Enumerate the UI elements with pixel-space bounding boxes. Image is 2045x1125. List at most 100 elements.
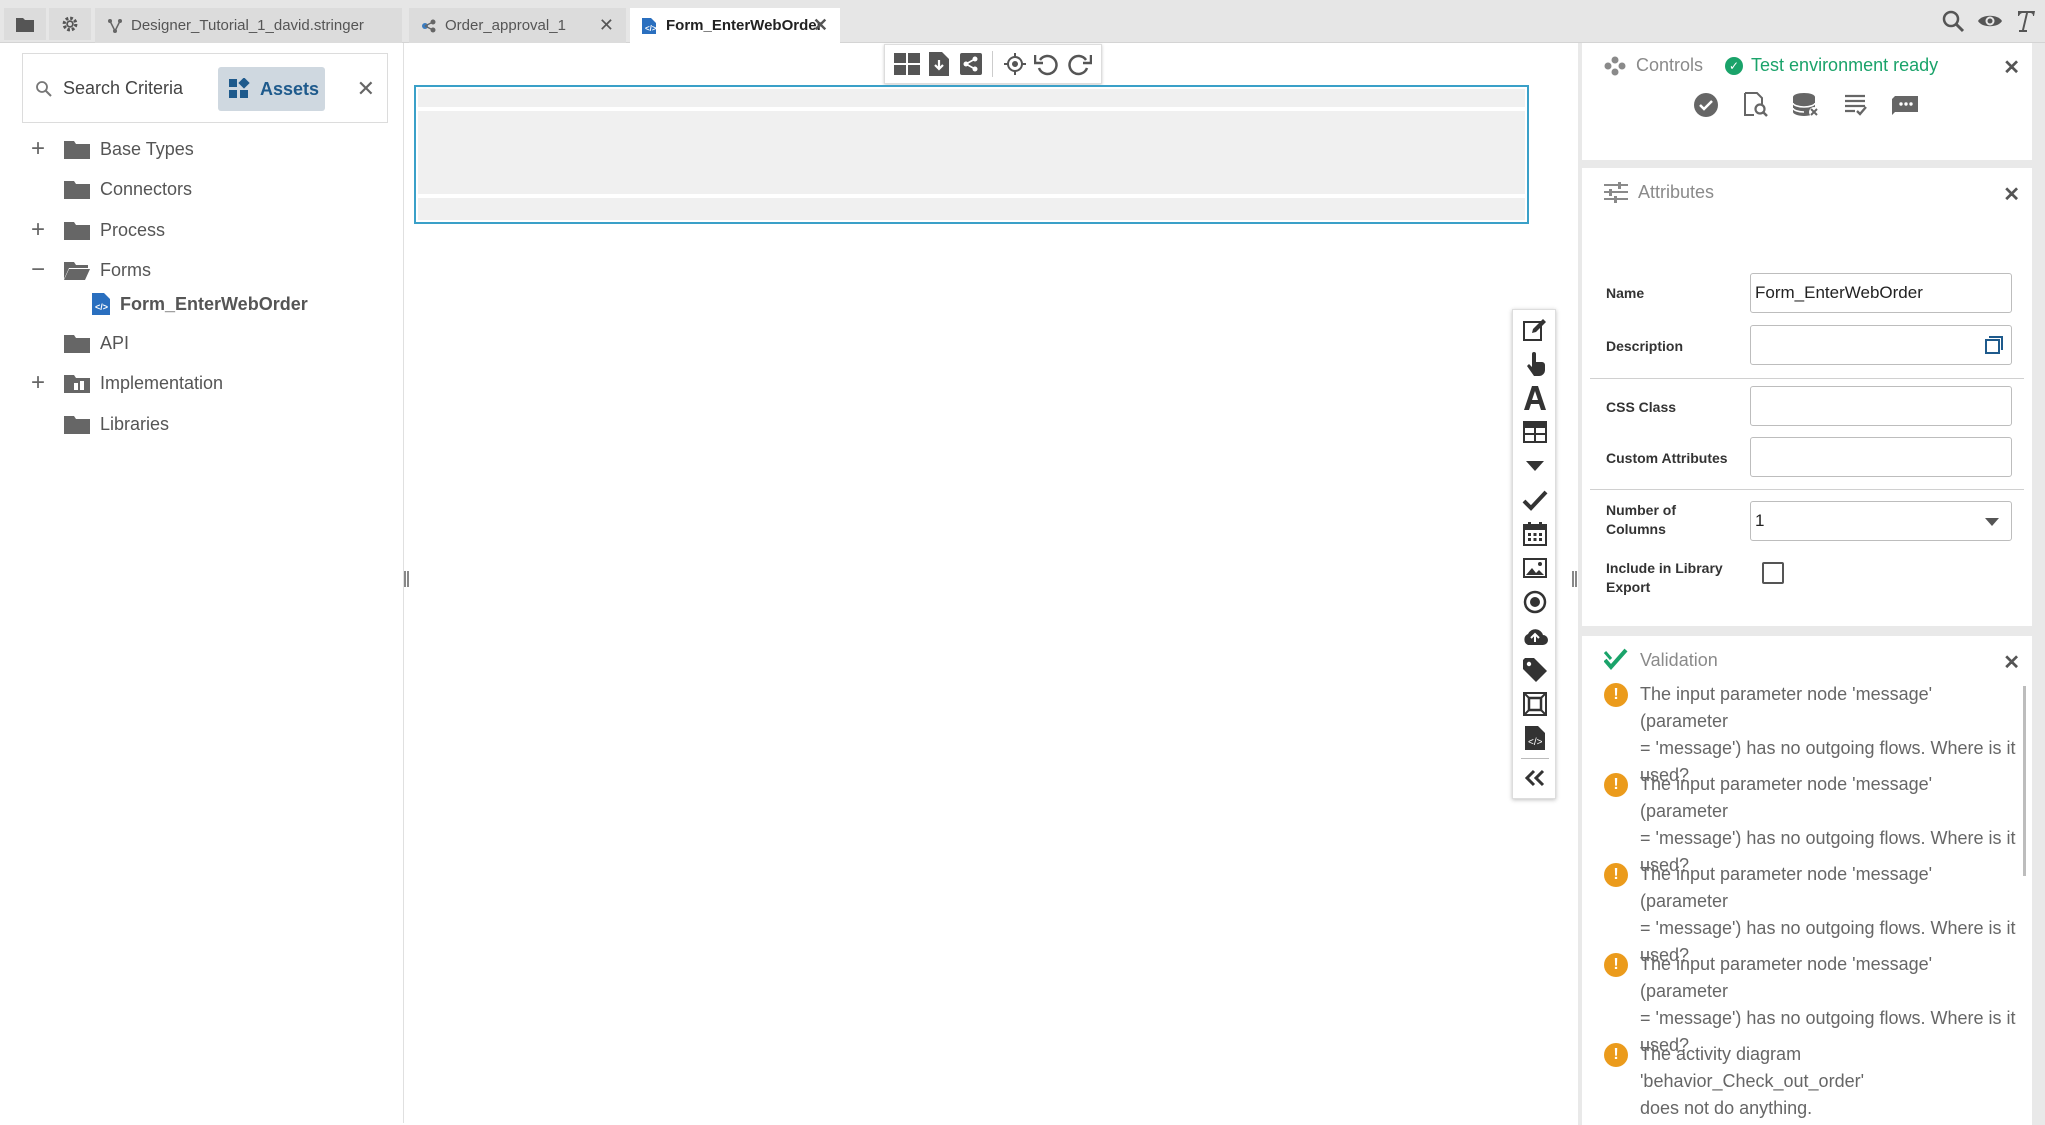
controls-icon — [1604, 56, 1626, 75]
close-icon[interactable]: ✕ — [2003, 182, 2020, 207]
toolbar-divider — [992, 51, 994, 77]
right-splitter-handle[interactable] — [1572, 571, 1577, 587]
gear-icon — [62, 16, 78, 32]
tree-item-implementation[interactable]: + Implementation — [28, 367, 223, 399]
text-label-icon[interactable] — [1521, 384, 1549, 412]
tree-item-process[interactable]: + Process — [28, 214, 165, 246]
undo-icon[interactable] — [1033, 50, 1061, 78]
include-in-library-export-label: Include in Library Export — [1606, 559, 1723, 597]
message-line: = 'message') has no outgoing flows. Wher… — [1640, 918, 2016, 938]
expand-editor-icon[interactable] — [1985, 336, 2003, 354]
message-line: The input parameter node 'message' (para… — [1640, 864, 1933, 911]
edit-icon[interactable] — [1521, 316, 1549, 344]
controls-header: Controls ✓ Test environment ready — [1604, 55, 1938, 76]
calendar-icon[interactable] — [1521, 520, 1549, 548]
tree-item-forms[interactable]: − Forms — [28, 254, 151, 286]
cloud-upload-icon[interactable] — [1521, 622, 1549, 650]
message-line: does not do anything. — [1640, 1098, 1813, 1118]
controls-title: Controls — [1636, 55, 1704, 75]
expand-icon[interactable]: + — [28, 218, 48, 242]
checklist-icon[interactable] — [1842, 91, 1870, 119]
message-line: = 'message') has no outgoing flows. Wher… — [1640, 738, 2016, 758]
css-class-field[interactable] — [1750, 386, 2012, 426]
close-icon[interactable]: ✕ — [2003, 650, 2020, 675]
label-line: Columns — [1606, 521, 1666, 537]
custom-attributes-field[interactable] — [1750, 437, 2012, 477]
search-criteria-input[interactable]: Search Criteria — [63, 78, 183, 99]
tree-item-libraries[interactable]: Libraries — [28, 408, 169, 440]
database-remove-icon[interactable] — [1792, 91, 1820, 119]
tree-item-form-enterweborder[interactable]: </> Form_EnterWebOrder — [92, 288, 308, 320]
form-design-canvas[interactable]: </> — [410, 43, 1572, 1118]
palette-divider — [1521, 758, 1549, 759]
description-field[interactable] — [1750, 325, 2012, 365]
assets-icon — [229, 78, 250, 98]
tab-form-enterweborder[interactable]: </> Form_EnterWebOrder ✕ — [630, 8, 840, 43]
redo-icon[interactable] — [1065, 50, 1093, 78]
tab-label: Order_approval_1 — [445, 17, 566, 34]
close-icon[interactable]: ✕ — [357, 76, 375, 102]
close-icon[interactable]: ✕ — [2003, 55, 2020, 80]
share-icon[interactable] — [957, 50, 985, 78]
warning-icon: ! — [1604, 1043, 1628, 1067]
expand-icon[interactable]: + — [28, 137, 48, 161]
close-icon[interactable]: ✕ — [813, 16, 828, 34]
collapse-icon[interactable]: − — [28, 258, 48, 282]
number-of-columns-select[interactable]: 1 — [1750, 501, 2012, 541]
comment-icon[interactable] — [1892, 91, 1920, 119]
panel-frame-icon[interactable] — [1521, 690, 1549, 718]
folder-icon — [16, 17, 34, 32]
layout-grid-icon[interactable] — [893, 50, 921, 78]
css-class-label: CSS Class — [1606, 399, 1677, 415]
form-row[interactable] — [418, 111, 1525, 194]
touch-pointer-icon[interactable] — [1521, 350, 1549, 378]
download-file-icon[interactable] — [925, 50, 953, 78]
include-in-library-export-checkbox[interactable] — [1762, 562, 1784, 584]
validation-scrollbar[interactable] — [2023, 686, 2026, 876]
form-row[interactable] — [418, 198, 1525, 220]
tree-item-base-types[interactable]: + Base Types — [28, 133, 194, 165]
validate-icon[interactable] — [1692, 91, 1720, 119]
form-file-icon: </> — [92, 293, 110, 315]
folder-button[interactable] — [4, 8, 46, 40]
inspect-document-icon[interactable] — [1742, 91, 1770, 119]
eye-icon[interactable] — [1977, 12, 2003, 35]
implementation-folder-icon — [64, 373, 90, 393]
left-splitter-handle[interactable] — [404, 571, 409, 587]
top-right-actions — [1941, 8, 2037, 39]
validation-message[interactable]: ! The activity diagram 'behavior_Check_o… — [1604, 1041, 2020, 1122]
attributes-title: Attributes — [1638, 181, 1715, 202]
checkbox-check-icon[interactable] — [1521, 486, 1549, 514]
table-icon[interactable] — [1521, 418, 1549, 446]
dropdown-icon[interactable] — [1521, 452, 1549, 480]
settings-button[interactable] — [49, 8, 91, 40]
target-icon[interactable] — [1001, 50, 1029, 78]
form-container-selected[interactable] — [414, 85, 1529, 224]
form-row[interactable] — [418, 89, 1525, 107]
image-icon[interactable] — [1521, 554, 1549, 582]
tab-order-approval[interactable]: Order_approval_1 ✕ — [409, 8, 626, 43]
text-style-icon[interactable] — [2015, 8, 2037, 39]
message-line: The input parameter node 'message' (para… — [1640, 954, 1933, 1001]
tree-item-api[interactable]: API — [28, 327, 129, 359]
html-file-icon[interactable]: </> — [1521, 724, 1549, 752]
search-icon[interactable] — [1941, 9, 1965, 38]
tree-item-label: Connectors — [100, 178, 193, 199]
name-field[interactable]: Form_EnterWebOrder — [1750, 273, 2012, 313]
assets-button[interactable]: Assets — [218, 67, 325, 111]
folder-icon — [64, 333, 90, 353]
validation-title: Validation — [1640, 649, 1718, 670]
svg-text:</>: </> — [1528, 737, 1543, 748]
tab-label: Form_EnterWebOrder — [666, 17, 823, 34]
tag-icon[interactable] — [1521, 656, 1549, 684]
expand-icon[interactable]: + — [28, 371, 48, 395]
controls-card: Controls ✓ Test environment ready ✕ — [1582, 43, 2032, 160]
tab-designer-tutorial[interactable]: Designer_Tutorial_1_david.stringer — [95, 8, 402, 43]
close-icon[interactable]: ✕ — [599, 16, 614, 34]
search-icon — [36, 81, 52, 97]
tree-item-connectors[interactable]: Connectors — [28, 173, 192, 205]
label-line: Export — [1606, 579, 1651, 595]
collapse-double-chevron-icon[interactable] — [1521, 764, 1549, 792]
radio-button-icon[interactable] — [1521, 588, 1549, 616]
controls-actions — [1692, 91, 1920, 119]
